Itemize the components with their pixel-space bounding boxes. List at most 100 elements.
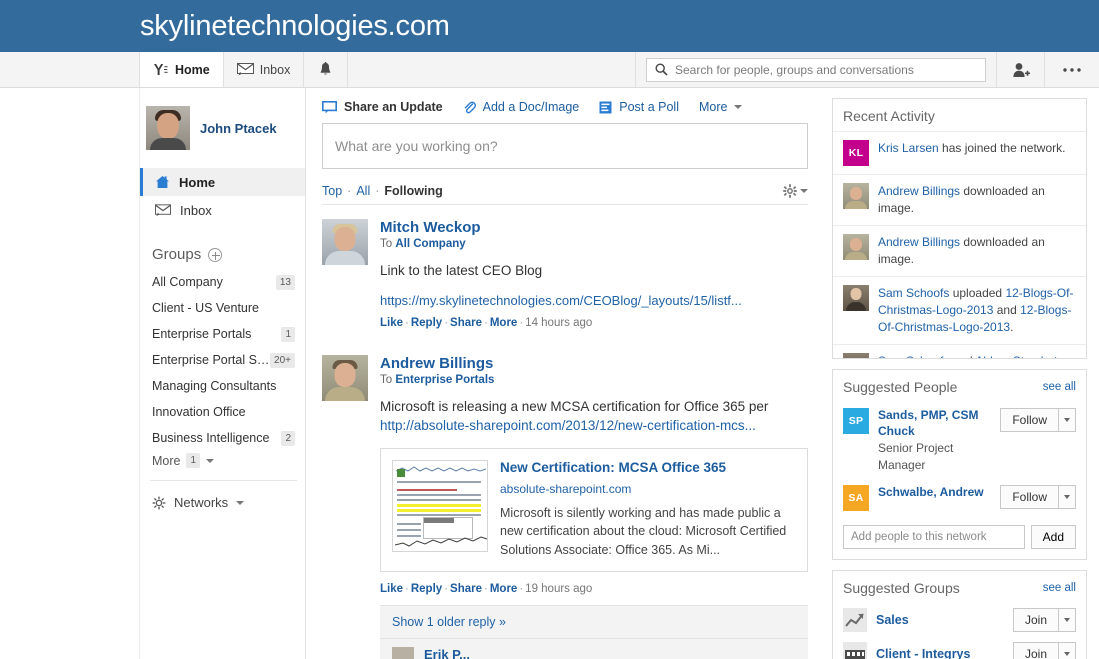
join-dropdown-button[interactable] <box>1059 607 1076 632</box>
activity-text: Kris Larsen has joined the network. <box>878 140 1065 166</box>
activity-actor[interactable]: Kris Larsen <box>878 141 939 155</box>
post-to-group[interactable]: Enterprise Portals <box>395 374 494 386</box>
avatar <box>146 106 190 150</box>
envelope-icon <box>236 63 254 76</box>
sidebar-networks-label: Networks <box>174 495 229 510</box>
sidebar-item-networks[interactable]: Networks <box>140 481 305 510</box>
sidebar-group-item[interactable]: Business Intelligence 2 <box>140 425 305 451</box>
follow-dropdown-button[interactable] <box>1059 484 1076 509</box>
post-text: Microsoft is releasing a new MCSA certif… <box>380 397 808 436</box>
avatar-initials: SA <box>843 484 869 511</box>
post-to-prefix: To <box>380 373 393 386</box>
link-preview-domain: absolute-sharepoint.com <box>500 481 632 496</box>
more-options-button[interactable] <box>1045 52 1099 87</box>
suggested-group-name[interactable]: Client - Integrys <box>876 647 1004 659</box>
feed-filter-all[interactable]: All <box>356 184 370 198</box>
sidebar-group-item[interactable]: Innovation Office <box>140 399 305 425</box>
post-reply-link[interactable]: Reply <box>411 317 442 329</box>
post-author[interactable]: Mitch Weckop <box>380 219 808 236</box>
main-navbar: Home Inbox <box>0 52 1099 88</box>
feed-filter-links: Top · All · Following <box>322 184 443 198</box>
post-link[interactable]: https://my.skylinetechnologies.com/CEOBl… <box>380 293 808 308</box>
add-people-button[interactable]: Add <box>1030 524 1076 549</box>
sidebar-group-item[interactable]: Enterprise Portal Stat... 20+ <box>140 347 305 373</box>
post-more-link[interactable]: More <box>490 317 517 329</box>
sidebar-group-item[interactable]: Client - US Venture <box>140 295 305 321</box>
invite-people-button[interactable] <box>997 52 1045 87</box>
post-like-link[interactable]: Like <box>380 317 403 329</box>
activity-joiner: and <box>993 303 1021 318</box>
activity-link[interactable]: Abbey Strachota <box>975 354 1064 358</box>
feed-settings-button[interactable] <box>783 184 808 198</box>
sidebar-group-item[interactable]: All Company 13 <box>140 269 305 295</box>
post-author[interactable]: Andrew Billings <box>380 355 808 372</box>
sidebar-group-item[interactable]: Enterprise Portals 1 <box>140 321 305 347</box>
link-preview-body: New Certification: MCSA Office 365 absol… <box>500 460 796 560</box>
join-dropdown-button[interactable] <box>1059 641 1076 659</box>
tab-home[interactable]: Home <box>140 52 224 87</box>
composer-tab-label: Add a Doc/Image <box>482 100 580 114</box>
groups-more-button[interactable]: More 1 <box>140 451 305 468</box>
post-recipient: To All Company <box>380 238 808 250</box>
search-box[interactable] <box>646 57 986 82</box>
ellipsis-icon <box>1062 67 1082 73</box>
reply-author[interactable]: Erik P... <box>424 647 470 659</box>
groups-heading-label: Groups <box>152 246 202 263</box>
gear-icon <box>783 184 797 198</box>
feed-filter-following[interactable]: Following <box>384 184 442 198</box>
suggested-person-title: Senior Project Manager <box>878 441 954 472</box>
post-body: Mitch Weckop To All Company Link to the … <box>380 219 808 329</box>
composer-tab-more[interactable]: More <box>699 100 743 114</box>
post-share-link[interactable]: Share <box>450 317 482 329</box>
composer-tab-label: Post a Poll <box>619 100 679 114</box>
follow-button[interactable]: Follow <box>1000 408 1059 433</box>
post-like-link[interactable]: Like <box>380 583 403 595</box>
activity-actor[interactable]: Andrew Billings <box>878 235 960 249</box>
avatar <box>843 234 869 261</box>
sidebar-group-item[interactable]: Managing Consultants <box>140 373 305 399</box>
search-input[interactable] <box>675 62 977 77</box>
follow-dropdown-button[interactable] <box>1059 408 1076 433</box>
avatar[interactable] <box>322 219 368 265</box>
activity-actor[interactable]: Sam Schoofs <box>878 354 949 358</box>
post-share-link[interactable]: Share <box>450 583 482 595</box>
feed-filter-top[interactable]: Top <box>322 184 342 198</box>
composer-tab-post-poll[interactable]: Post a Poll <box>599 100 679 114</box>
activity-actor[interactable]: Sam Schoofs <box>878 286 949 300</box>
sidebar-item-inbox[interactable]: Inbox <box>140 196 305 224</box>
tab-notifications[interactable] <box>304 52 349 87</box>
avatar[interactable] <box>322 354 368 401</box>
composer-tab-share-update[interactable]: Share an Update <box>322 100 443 114</box>
suggested-groups-card: Suggested Groups see all Sales Join Clie… <box>832 569 1087 659</box>
join-button[interactable]: Join <box>1012 641 1059 659</box>
link-preview-title[interactable]: New Certification: MCSA Office 365 <box>500 460 796 475</box>
paperclip-icon <box>463 100 476 114</box>
add-people-input[interactable] <box>843 524 1025 549</box>
post-inline-link[interactable]: http://absolute-sharepoint.com/2013/12/n… <box>380 418 756 433</box>
suggested-person-name[interactable]: Schwalbe, Andrew <box>878 485 991 501</box>
activity-actor[interactable]: Andrew Billings <box>878 184 960 198</box>
sidebar-item-home[interactable]: Home <box>140 168 305 196</box>
activity-item: Andrew Billings downloaded an image. <box>833 174 1086 225</box>
home-icon <box>155 175 170 189</box>
activity-text: Sam Schoofs uploaded 12-Blogs-Of-Christm… <box>878 285 1076 336</box>
suggested-groups-see-all[interactable]: see all <box>1043 582 1076 594</box>
suggested-person-name[interactable]: Sands, PMP, CSM Chuck <box>878 408 991 439</box>
suggested-people-see-all[interactable]: see all <box>1043 381 1076 393</box>
show-older-replies-link[interactable]: Show 1 older reply » <box>392 615 506 629</box>
post-more-link[interactable]: More <box>490 583 517 595</box>
tab-inbox[interactable]: Inbox <box>224 52 305 87</box>
group-name: Innovation Office <box>152 405 246 419</box>
link-preview-card[interactable]: New Certification: MCSA Office 365 absol… <box>380 447 808 572</box>
post-reply-link[interactable]: Reply <box>411 583 442 595</box>
composer-tab-add-doc-image[interactable]: Add a Doc/Image <box>463 100 580 114</box>
suggested-group-name[interactable]: Sales <box>876 613 1004 627</box>
plus-circle-icon[interactable] <box>208 247 223 262</box>
follow-button[interactable]: Follow <box>1000 484 1059 509</box>
post-to-group[interactable]: All Company <box>395 238 465 250</box>
chevron-down-icon <box>1064 418 1070 423</box>
composer-input-box[interactable] <box>322 123 808 169</box>
current-user-block[interactable]: John Ptacek <box>140 102 305 154</box>
join-button[interactable]: Join <box>1012 607 1059 632</box>
composer-input[interactable] <box>335 138 795 154</box>
